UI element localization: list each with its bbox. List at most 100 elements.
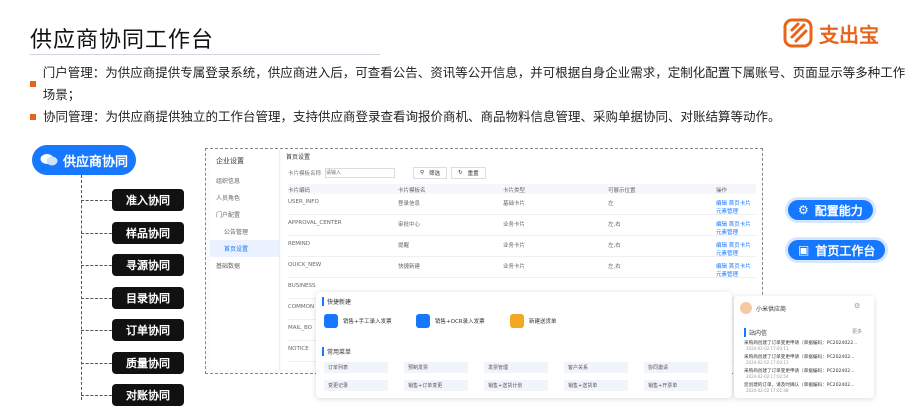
menu-shortcut[interactable]: 销售+开票单 bbox=[644, 380, 708, 391]
bullet-item: 协同管理：为供应商提供独立的工作台管理，支持供应商登录查看询报价商机、商品物料信… bbox=[30, 106, 911, 128]
profile-card: 小米供应商 ⚙ 站内信 更多 采购商创建了订单变更申请（单据编码：PC20240… bbox=[734, 296, 874, 398]
brand-logo-icon bbox=[783, 18, 813, 48]
title-underline bbox=[30, 54, 380, 55]
menu-shortcut[interactable]: 销售+送货单 bbox=[564, 380, 628, 391]
quick-item[interactable]: 销售+手工录入发票 bbox=[324, 314, 392, 328]
quick-item[interactable]: 销售+OCR录入发票 bbox=[416, 314, 485, 328]
bullet-square-icon bbox=[30, 114, 36, 120]
sidebar-item[interactable]: 门户配置 bbox=[210, 206, 279, 223]
table-cell: 左,右 bbox=[608, 264, 621, 270]
breadcrumb: 首页设置 bbox=[286, 154, 311, 161]
bullet-list: 门户管理：为供应商提供专属登录系统，供应商进入后，可查看公告、资讯等公开信息，并… bbox=[30, 62, 911, 128]
sidebar-item[interactable]: 公告管理 bbox=[210, 223, 279, 240]
profile-name: 小米供应商 bbox=[756, 306, 787, 313]
chat-bubbles-icon bbox=[40, 154, 58, 166]
tree-root: 供应商协同 bbox=[32, 145, 136, 175]
tree-branch bbox=[81, 330, 112, 331]
element-manage-link[interactable]: 元素管理 bbox=[716, 270, 738, 278]
table-cell: 审批中心 bbox=[398, 222, 421, 228]
table-cell: BUSINESS bbox=[288, 283, 316, 289]
menu-shortcut[interactable]: 销售+送货计划 bbox=[484, 380, 548, 391]
table-cell: 业务卡片 bbox=[503, 264, 526, 270]
reset-button[interactable]: ↻ 重置 bbox=[451, 167, 486, 179]
quick-create-card: 快捷新建 销售+手工录入发票 销售+OCR录入发票 新建送货单 常用菜单 订单列… bbox=[316, 292, 732, 398]
table-cell: QUICK_NEW bbox=[288, 262, 322, 268]
column-header: 卡片类型 bbox=[503, 188, 526, 194]
sidebar-item[interactable]: 基础数据 bbox=[210, 257, 279, 274]
table-cell: NOTICE bbox=[288, 346, 309, 352]
tree-branch bbox=[81, 395, 112, 396]
table-cell: 快捷新建 bbox=[398, 264, 421, 270]
menu-shortcut[interactable]: 发票管理 bbox=[484, 362, 548, 373]
more-link[interactable]: 更多 bbox=[852, 328, 862, 335]
filter-input[interactable] bbox=[325, 168, 396, 178]
element-manage-link[interactable]: 元素管理 bbox=[716, 249, 738, 257]
brand-name: 支出宝 bbox=[819, 22, 879, 47]
message-date: 2024-02-02 17:02:54 bbox=[746, 374, 789, 379]
menu-shortcut[interactable]: 客户关系 bbox=[564, 362, 628, 373]
tree-branch bbox=[81, 200, 112, 201]
table-cell: REMIND bbox=[288, 241, 311, 247]
row-actions[interactable]: 编辑 首页卡片 bbox=[716, 241, 751, 249]
menu-shortcut[interactable]: 销售+订单变更 bbox=[404, 380, 468, 391]
table-cell: 左,右 bbox=[608, 222, 621, 228]
table-cell: USER_INFO bbox=[288, 199, 319, 205]
tree-node: 准入协同 bbox=[112, 189, 184, 211]
tree-node: 对账协同 bbox=[112, 384, 184, 406]
row-actions[interactable]: 编辑 首页卡片 bbox=[716, 220, 751, 228]
settings-icon[interactable]: ⚙ bbox=[854, 302, 860, 310]
tree-branch bbox=[81, 265, 112, 266]
search-button[interactable]: ⚲ 筛选 bbox=[413, 167, 448, 179]
table-row: QUICK_NEW 快捷新建 业务卡片 左,右 编辑 首页卡片 元素管理 bbox=[288, 257, 756, 278]
brand-logo: 支出宝 bbox=[783, 18, 879, 48]
sidebar-item[interactable]: 人员角色 bbox=[210, 189, 279, 206]
table-cell: 基础卡片 bbox=[503, 201, 526, 207]
table-cell: 提醒 bbox=[398, 243, 410, 249]
table-cell: 登录信息 bbox=[398, 201, 421, 207]
tree-connector bbox=[81, 175, 82, 400]
menu-shortcut[interactable]: 订单列表 bbox=[324, 362, 388, 373]
table-cell: APPROVAL_CENTER bbox=[288, 220, 342, 226]
row-actions[interactable]: 编辑 首页卡片 bbox=[716, 199, 751, 207]
tree-branch bbox=[81, 232, 112, 234]
table-cell: COMMON bbox=[288, 304, 315, 310]
tree-branch bbox=[81, 297, 112, 299]
menu-shortcut[interactable]: 预制发票 bbox=[404, 362, 468, 373]
window-icon: ▣ bbox=[798, 243, 810, 257]
table-header: 卡片编码 卡片模板名 卡片类型 可展示位置 操作 bbox=[288, 184, 756, 194]
tree-node: 寻源协同 bbox=[112, 254, 184, 276]
home-workbench-badge: ▣ 首页工作台 bbox=[788, 240, 886, 260]
invoice-icon bbox=[416, 314, 430, 328]
common-menu-title: 常用菜单 bbox=[322, 347, 351, 356]
table-row: REMIND 提醒 业务卡片 左,右 编辑 首页卡片 元素管理 bbox=[288, 236, 756, 257]
bullet-square-icon bbox=[30, 81, 36, 87]
element-manage-link[interactable]: 元素管理 bbox=[716, 228, 738, 236]
tree-node: 目录协同 bbox=[112, 286, 184, 309]
filter-bar: 卡片模板名称 ⚲ 筛选 ↻ 重置 bbox=[288, 167, 486, 179]
quick-create-title: 快捷新建 bbox=[322, 297, 351, 306]
menu-shortcut[interactable]: 协同邀请 bbox=[644, 362, 708, 373]
column-header: 操作 bbox=[716, 188, 728, 194]
tree-node: 订单协同 bbox=[112, 319, 184, 341]
message-date: 2024-02-02 17:03:11 bbox=[746, 346, 789, 351]
column-header: 可展示位置 bbox=[608, 188, 636, 194]
element-manage-link[interactable]: 元素管理 bbox=[716, 207, 738, 215]
inbox-title: 站内信 bbox=[744, 328, 767, 337]
delivery-icon bbox=[510, 314, 524, 328]
sidebar-item[interactable]: 组织信息 bbox=[210, 172, 279, 189]
table-row: APPROVAL_CENTER 审批中心 业务卡片 左,右 编辑 首页卡片 元素管理 bbox=[288, 215, 756, 236]
sidebar-item-active[interactable]: 首页设置 bbox=[210, 240, 279, 257]
quick-item[interactable]: 新建送货单 bbox=[510, 314, 557, 328]
table-row: USER_INFO 登录信息 基础卡片 左 编辑 首页卡片 元素管理 bbox=[288, 194, 756, 215]
tree-branch bbox=[81, 362, 112, 364]
table-cell: 左,右 bbox=[608, 243, 621, 249]
table-cell: 业务卡片 bbox=[503, 243, 526, 249]
message-date: 2024-02-02 17:03:11 bbox=[746, 360, 789, 365]
invoice-icon bbox=[324, 314, 338, 328]
row-actions[interactable]: 编辑 首页卡片 bbox=[716, 262, 751, 270]
table-cell: 左 bbox=[608, 201, 614, 207]
tree-node: 质量协同 bbox=[112, 351, 184, 374]
menu-shortcut[interactable]: 变更记录 bbox=[324, 380, 388, 391]
page-title: 供应商协同工作台 bbox=[30, 28, 215, 53]
tree-node: 样品协同 bbox=[112, 221, 184, 244]
